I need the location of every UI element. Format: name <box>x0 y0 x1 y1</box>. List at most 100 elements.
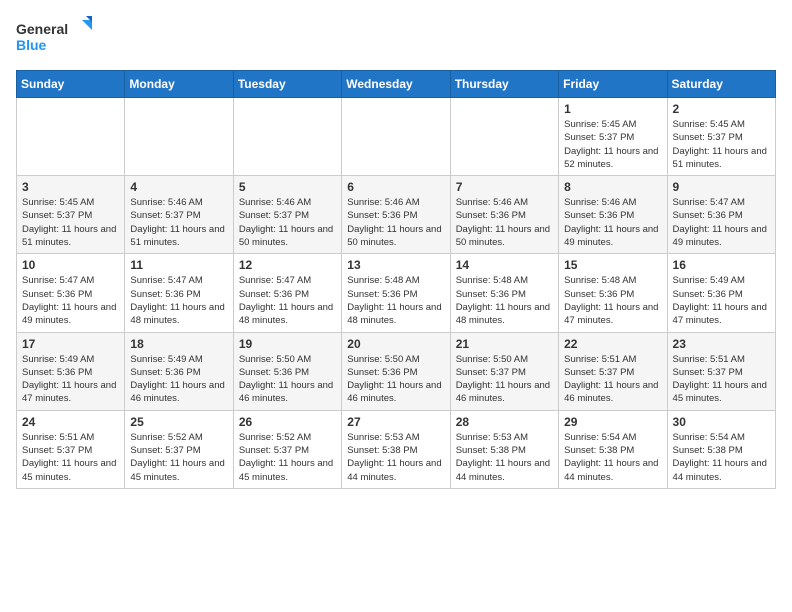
day-info: Sunrise: 5:49 AM Sunset: 5:36 PM Dayligh… <box>22 353 119 406</box>
day-info: Sunrise: 5:46 AM Sunset: 5:37 PM Dayligh… <box>239 196 336 249</box>
day-number: 21 <box>456 337 553 351</box>
calendar-day: 2 Sunrise: 5:45 AM Sunset: 5:37 PM Daylig… <box>667 98 775 176</box>
calendar-week-1: 1Sunrise: 5:45 AM Sunset: 5:37 PM Daylig… <box>17 98 776 176</box>
weekday-header-tuesday: Tuesday <box>233 71 341 98</box>
day-number: 23 <box>673 337 770 351</box>
day-number: 7 <box>456 180 553 194</box>
day-number: 3 <box>22 180 119 194</box>
calendar-day: 5 Sunrise: 5:46 AM Sunset: 5:37 PM Daylig… <box>233 176 341 254</box>
day-info: Sunrise: 5:48 AM Sunset: 5:36 PM Dayligh… <box>347 274 444 327</box>
calendar-day: 19 Sunrise: 5:50 AM Sunset: 5:36 PM Dayli… <box>233 332 341 410</box>
calendar-day: 16Sunrise: 5:49 AM Sunset: 5:36 PM Dayli… <box>667 254 775 332</box>
day-info: Sunrise: 5:46 AM Sunset: 5:37 PM Dayligh… <box>130 196 227 249</box>
calendar-day: 14 Sunrise: 5:48 AM Sunset: 5:36 PM Dayli… <box>450 254 558 332</box>
day-info: Sunrise: 5:51 AM Sunset: 5:37 PM Dayligh… <box>564 353 661 406</box>
calendar-day <box>233 98 341 176</box>
day-number: 22 <box>564 337 661 351</box>
weekday-header-monday: Monday <box>125 71 233 98</box>
day-info: Sunrise: 5:47 AM Sunset: 5:36 PM Dayligh… <box>673 196 770 249</box>
day-number: 17 <box>22 337 119 351</box>
calendar-day: 4 Sunrise: 5:46 AM Sunset: 5:37 PM Daylig… <box>125 176 233 254</box>
day-info: Sunrise: 5:46 AM Sunset: 5:36 PM Dayligh… <box>456 196 553 249</box>
day-info: Sunrise: 5:47 AM Sunset: 5:36 PM Dayligh… <box>130 274 227 327</box>
day-info: Sunrise: 5:51 AM Sunset: 5:37 PM Dayligh… <box>673 353 770 406</box>
day-number: 4 <box>130 180 227 194</box>
calendar-day: 17 Sunrise: 5:49 AM Sunset: 5:36 PM Dayli… <box>17 332 125 410</box>
day-number: 30 <box>673 415 770 429</box>
day-number: 13 <box>347 258 444 272</box>
day-number: 24 <box>22 415 119 429</box>
day-number: 2 <box>673 102 770 116</box>
calendar-week-4: 17 Sunrise: 5:49 AM Sunset: 5:36 PM Dayli… <box>17 332 776 410</box>
day-info: Sunrise: 5:52 AM Sunset: 5:37 PM Dayligh… <box>239 431 336 484</box>
svg-text:Blue: Blue <box>16 37 47 53</box>
day-number: 12 <box>239 258 336 272</box>
day-number: 10 <box>22 258 119 272</box>
calendar-day: 9 Sunrise: 5:47 AM Sunset: 5:36 PM Daylig… <box>667 176 775 254</box>
day-number: 20 <box>347 337 444 351</box>
calendar-day: 21 Sunrise: 5:50 AM Sunset: 5:37 PM Dayli… <box>450 332 558 410</box>
weekday-header-row: SundayMondayTuesdayWednesdayThursdayFrid… <box>17 71 776 98</box>
calendar-day: 30Sunrise: 5:54 AM Sunset: 5:38 PM Dayli… <box>667 410 775 488</box>
day-number: 5 <box>239 180 336 194</box>
calendar-week-3: 10 Sunrise: 5:47 AM Sunset: 5:36 PM Dayli… <box>17 254 776 332</box>
day-number: 8 <box>564 180 661 194</box>
svg-text:General: General <box>16 21 68 37</box>
weekday-header-saturday: Saturday <box>667 71 775 98</box>
calendar-table: SundayMondayTuesdayWednesdayThursdayFrid… <box>16 70 776 489</box>
day-number: 29 <box>564 415 661 429</box>
calendar-day: 22 Sunrise: 5:51 AM Sunset: 5:37 PM Dayli… <box>559 332 667 410</box>
calendar-day: 18Sunrise: 5:49 AM Sunset: 5:36 PM Dayli… <box>125 332 233 410</box>
weekday-header-friday: Friday <box>559 71 667 98</box>
weekday-header-sunday: Sunday <box>17 71 125 98</box>
page-header: General Blue <box>16 16 776 58</box>
calendar-day: 20Sunrise: 5:50 AM Sunset: 5:36 PM Dayli… <box>342 332 450 410</box>
day-info: Sunrise: 5:45 AM Sunset: 5:37 PM Dayligh… <box>22 196 119 249</box>
calendar-body: 1Sunrise: 5:45 AM Sunset: 5:37 PM Daylig… <box>17 98 776 489</box>
weekday-header-wednesday: Wednesday <box>342 71 450 98</box>
day-number: 19 <box>239 337 336 351</box>
day-info: Sunrise: 5:52 AM Sunset: 5:37 PM Dayligh… <box>130 431 227 484</box>
calendar-day: 10 Sunrise: 5:47 AM Sunset: 5:36 PM Dayli… <box>17 254 125 332</box>
day-number: 14 <box>456 258 553 272</box>
calendar-day: 6Sunrise: 5:46 AM Sunset: 5:36 PM Daylig… <box>342 176 450 254</box>
calendar-day: 8 Sunrise: 5:46 AM Sunset: 5:36 PM Daylig… <box>559 176 667 254</box>
day-number: 25 <box>130 415 227 429</box>
day-info: Sunrise: 5:49 AM Sunset: 5:36 PM Dayligh… <box>130 353 227 406</box>
calendar-week-5: 24 Sunrise: 5:51 AM Sunset: 5:37 PM Dayli… <box>17 410 776 488</box>
calendar-day <box>342 98 450 176</box>
calendar-day: 3 Sunrise: 5:45 AM Sunset: 5:37 PM Daylig… <box>17 176 125 254</box>
day-info: Sunrise: 5:48 AM Sunset: 5:36 PM Dayligh… <box>456 274 553 327</box>
day-number: 15 <box>564 258 661 272</box>
day-number: 27 <box>347 415 444 429</box>
logo: General Blue <box>16 16 96 58</box>
day-info: Sunrise: 5:49 AM Sunset: 5:36 PM Dayligh… <box>673 274 770 327</box>
calendar-day: 12Sunrise: 5:47 AM Sunset: 5:36 PM Dayli… <box>233 254 341 332</box>
calendar-day: 26Sunrise: 5:52 AM Sunset: 5:37 PM Dayli… <box>233 410 341 488</box>
calendar-day: 25 Sunrise: 5:52 AM Sunset: 5:37 PM Dayli… <box>125 410 233 488</box>
calendar-day: 24 Sunrise: 5:51 AM Sunset: 5:37 PM Dayli… <box>17 410 125 488</box>
calendar-day: 1Sunrise: 5:45 AM Sunset: 5:37 PM Daylig… <box>559 98 667 176</box>
weekday-header-thursday: Thursday <box>450 71 558 98</box>
day-info: Sunrise: 5:45 AM Sunset: 5:37 PM Dayligh… <box>673 118 770 171</box>
calendar-day: 11 Sunrise: 5:47 AM Sunset: 5:36 PM Dayli… <box>125 254 233 332</box>
day-number: 28 <box>456 415 553 429</box>
day-number: 9 <box>673 180 770 194</box>
day-number: 6 <box>347 180 444 194</box>
calendar-day: 7 Sunrise: 5:46 AM Sunset: 5:36 PM Daylig… <box>450 176 558 254</box>
calendar-week-2: 3 Sunrise: 5:45 AM Sunset: 5:37 PM Daylig… <box>17 176 776 254</box>
day-info: Sunrise: 5:46 AM Sunset: 5:36 PM Dayligh… <box>564 196 661 249</box>
day-info: Sunrise: 5:50 AM Sunset: 5:36 PM Dayligh… <box>239 353 336 406</box>
day-number: 11 <box>130 258 227 272</box>
day-info: Sunrise: 5:47 AM Sunset: 5:36 PM Dayligh… <box>22 274 119 327</box>
calendar-day <box>17 98 125 176</box>
calendar-day <box>125 98 233 176</box>
day-info: Sunrise: 5:53 AM Sunset: 5:38 PM Dayligh… <box>456 431 553 484</box>
day-info: Sunrise: 5:51 AM Sunset: 5:37 PM Dayligh… <box>22 431 119 484</box>
calendar-day <box>450 98 558 176</box>
logo-svg: General Blue <box>16 16 96 58</box>
calendar-day: 27Sunrise: 5:53 AM Sunset: 5:38 PM Dayli… <box>342 410 450 488</box>
calendar-day: 29Sunrise: 5:54 AM Sunset: 5:38 PM Dayli… <box>559 410 667 488</box>
day-info: Sunrise: 5:50 AM Sunset: 5:37 PM Dayligh… <box>456 353 553 406</box>
calendar-header: SundayMondayTuesdayWednesdayThursdayFrid… <box>17 71 776 98</box>
